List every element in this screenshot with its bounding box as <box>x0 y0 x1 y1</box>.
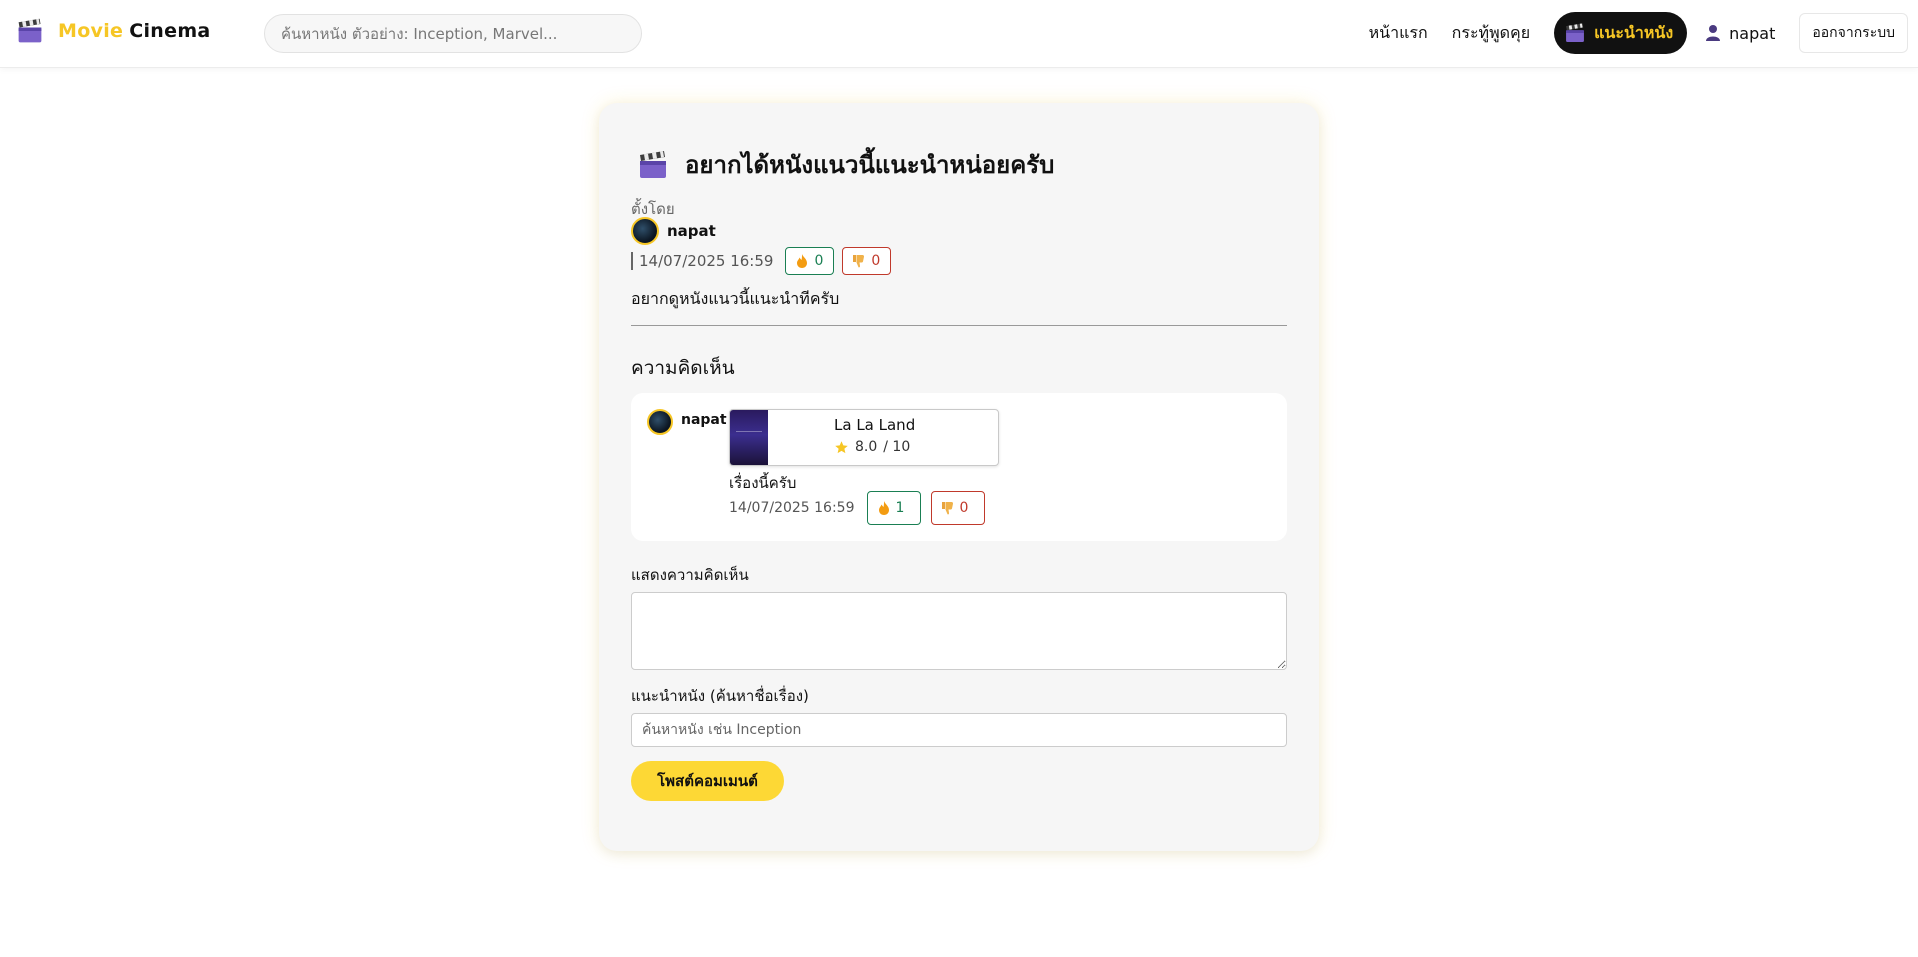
comment-like-count: 1 <box>895 500 905 516</box>
thumbs-down-icon <box>941 501 953 514</box>
comment-textarea[interactable] <box>631 592 1287 670</box>
comment-label: แสดงความคิดเห็น <box>631 566 749 584</box>
post-comment-button[interactable]: โพสต์คอมเมนต์ <box>631 761 784 801</box>
post-meta: 14/07/2025 16:59 0 0 <box>631 247 892 275</box>
dislike-button[interactable]: 0 <box>842 247 892 275</box>
username: napat <box>1729 23 1776 43</box>
post-author[interactable]: napat <box>631 217 716 245</box>
brand-name-part1: Movie <box>58 20 124 42</box>
user-menu[interactable]: napat <box>1705 24 1775 43</box>
comment-author[interactable]: napat <box>647 409 727 435</box>
clapperboard-icon <box>1564 22 1586 44</box>
post-title: อยากได้หนังแนวนี้แนะนำหน่อยครับ <box>685 151 1055 179</box>
brand-name: Movie Cinema <box>58 20 211 42</box>
brand-name-part2: Cinema <box>129 20 211 42</box>
like-count: 0 <box>814 253 824 269</box>
thumbs-down-icon <box>853 254 865 267</box>
star-icon <box>835 440 848 453</box>
comment-timestamp: 14/07/2025 16:59 <box>729 500 855 516</box>
comment-dislike-button[interactable]: 0 <box>930 491 985 525</box>
clapperboard-icon <box>637 149 669 181</box>
recommend-movie-label: แนะนำหนัง (ค้นหาชื่อเรื่อง) <box>631 687 809 705</box>
nav-home-link[interactable]: หน้าแรก <box>1369 21 1428 46</box>
comments-heading: ความคิดเห็น <box>631 357 735 379</box>
divider <box>631 325 1287 326</box>
nav-recommend-link[interactable]: แนะนำหนัง <box>1554 12 1688 54</box>
post-body: อยากดูหนังแนวนี้แนะนำทีครับ <box>631 289 840 308</box>
thread-card: อยากได้หนังแนวนี้แนะนำหน่อยครับ ตั้งโดย … <box>599 103 1319 851</box>
author-name: napat <box>667 222 716 240</box>
comment-dislike-count: 0 <box>959 500 969 516</box>
recommend-movie-search-input[interactable] <box>631 713 1287 747</box>
user-icon <box>1706 25 1721 41</box>
fire-icon <box>878 501 889 515</box>
post-header: อยากได้หนังแนวนี้แนะนำหน่อยครับ <box>637 145 1054 184</box>
comment-like-button[interactable]: 1 <box>866 491 921 525</box>
dislike-count: 0 <box>871 253 881 269</box>
logout-button[interactable]: ออกจากระบบ <box>1799 13 1908 53</box>
comment-meta: 14/07/2025 16:59 1 0 <box>729 491 985 525</box>
movie-rating-max: / 10 <box>883 439 911 455</box>
nav-links: หน้าแรก กระทู้พูดคุย แนะนำหนัง napat ออก… <box>1369 12 1908 54</box>
recommended-movie-card[interactable]: La La Land 8.0 / 10 <box>729 409 999 466</box>
nav-recommend-label: แนะนำหนัง <box>1594 22 1674 42</box>
like-button[interactable]: 0 <box>785 247 835 275</box>
post-timestamp: 14/07/2025 16:59 <box>631 252 773 270</box>
movie-title: La La Land <box>834 416 916 434</box>
comment-item: napat La La Land 8.0 / 10 เรื่องนี้ครับ … <box>631 393 1287 541</box>
clapperboard-icon <box>16 16 44 46</box>
brand-logo[interactable]: Movie Cinema <box>16 16 211 46</box>
movie-search-input[interactable] <box>264 14 642 53</box>
comment-author-name: napat <box>681 412 727 428</box>
fire-icon <box>797 254 808 268</box>
movie-rating: 8.0 / 10 <box>834 439 910 455</box>
nav-forum-link[interactable]: กระทู้พูดคุย <box>1452 21 1530 46</box>
avatar <box>631 217 659 245</box>
movie-rating-value: 8.0 <box>855 439 878 455</box>
avatar <box>647 409 673 435</box>
movie-poster <box>730 410 768 465</box>
top-navbar: MovieCinema หน้าแรก กระทู้พูดคุย แนะนำหน… <box>0 0 1918 68</box>
